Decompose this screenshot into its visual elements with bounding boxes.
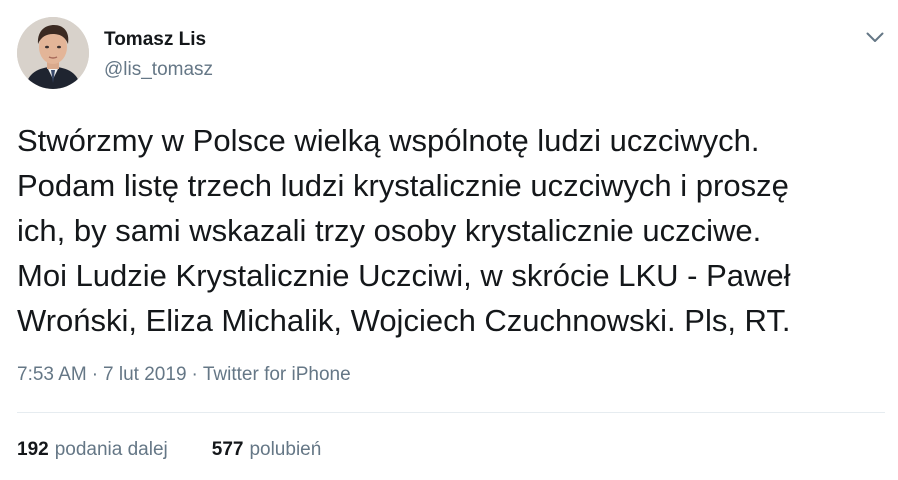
tweet-text-line: ich, by sami wskazali trzy osoby krystal…: [17, 213, 762, 248]
tweet-text: Stwórzmy w Polsce wielką wspólnotę ludzi…: [17, 118, 885, 343]
tweet-text-line: Stwórzmy w Polsce wielką wspólnotę ludzi…: [17, 123, 760, 158]
tweet-card: Tomasz Lis @lis_tomasz Stwórzmy w Polsce…: [0, 0, 898, 480]
author-handle[interactable]: @lis_tomasz: [104, 59, 213, 81]
meta-separator: ·: [91, 364, 99, 385]
likes-label: polubień: [249, 439, 322, 460]
divider: [17, 412, 885, 413]
retweets-stat[interactable]: 192 podania dalej: [17, 439, 168, 461]
tweet-time[interactable]: 7:53 AM: [17, 364, 87, 385]
tweet-metadata: 7:53 AM · 7 lut 2019 · Twitter for iPhone: [17, 364, 351, 386]
retweets-count: 192: [17, 439, 49, 460]
chevron-down-icon: [866, 32, 884, 42]
retweets-label: podania dalej: [54, 439, 168, 460]
tweet-stats: 192 podania dalej 577 polubień: [17, 439, 365, 461]
avatar-image: [17, 17, 89, 89]
tweet-text-line: Moi Ludzie Krystalicznie Uczciwi, w skró…: [17, 258, 791, 293]
avatar[interactable]: [17, 17, 89, 89]
likes-stat[interactable]: 577 polubień: [212, 439, 322, 461]
tweet-date[interactable]: 7 lut 2019: [103, 364, 186, 385]
meta-separator: ·: [191, 364, 198, 385]
author-name[interactable]: Tomasz Lis: [104, 29, 206, 51]
tweet-text-line: Wroński, Eliza Michalik, Wojciech Czuchn…: [17, 303, 791, 338]
tweet-text-line: Podam listę trzech ludzi krystalicznie u…: [17, 168, 789, 203]
likes-count: 577: [211, 439, 244, 460]
tweet-source[interactable]: Twitter for iPhone: [203, 364, 351, 385]
tweet-menu-button[interactable]: [860, 24, 890, 50]
